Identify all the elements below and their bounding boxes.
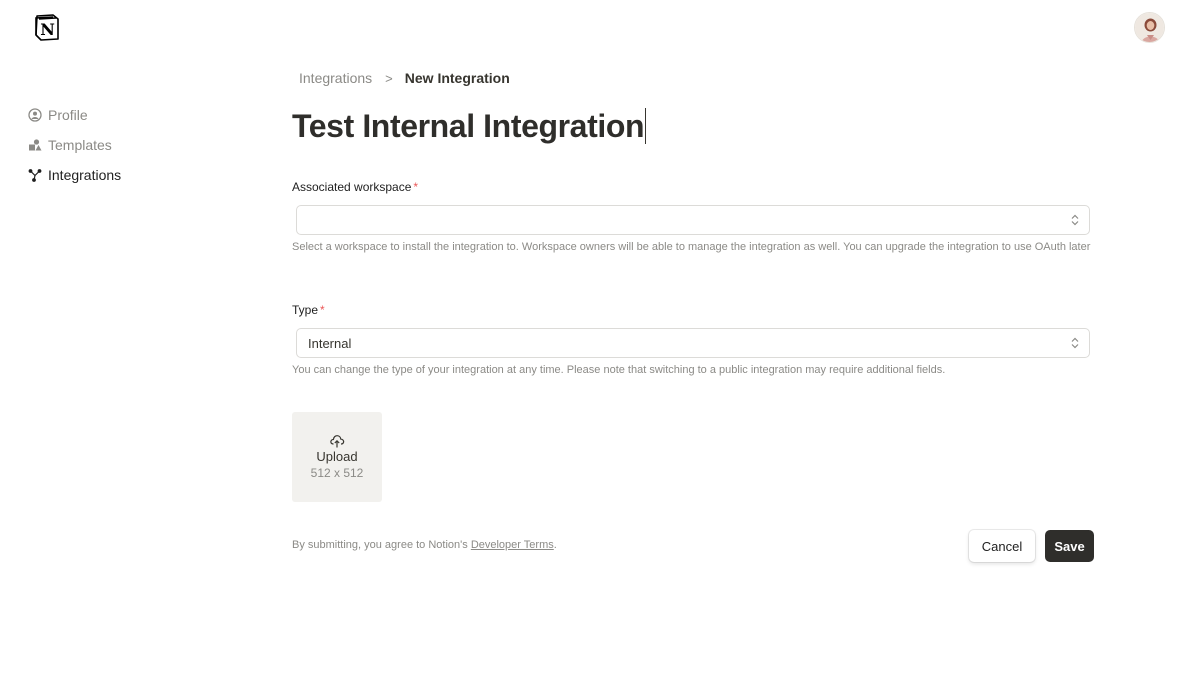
breadcrumb-separator: > [385, 70, 393, 86]
cloud-upload-icon [329, 434, 345, 448]
workspace-select[interactable] [296, 205, 1090, 235]
terms-prefix: By submitting, you agree to Notion's [292, 539, 471, 551]
sidebar-item-integrations[interactable]: Integrations [28, 160, 228, 190]
chevron-up-down-icon [1071, 337, 1079, 349]
upload-size-hint: 512 x 512 [310, 466, 364, 480]
cancel-button[interactable]: Cancel [969, 530, 1035, 562]
chevron-up-down-icon [1071, 214, 1079, 226]
sidebar-item-label: Templates [48, 137, 112, 153]
developer-terms-link[interactable]: Developer Terms [471, 539, 554, 551]
workspace-field-label: Associated workspace * [292, 180, 418, 195]
type-select-value: Internal [308, 335, 352, 351]
profile-icon [28, 108, 42, 122]
sidebar-item-profile[interactable]: Profile [28, 100, 228, 130]
type-help-text: You can change the type of your integrat… [292, 364, 946, 376]
avatar[interactable] [1134, 12, 1165, 43]
workspace-help-text: Select a workspace to install the integr… [292, 241, 1091, 253]
notion-logo[interactable]: N [34, 14, 60, 41]
required-mark: * [413, 180, 419, 194]
save-button[interactable]: Save [1045, 530, 1094, 562]
upload-label: Upload [316, 449, 358, 464]
workspace-label-text: Associated workspace [292, 180, 412, 194]
type-label-text: Type [292, 303, 319, 317]
text-caret [645, 108, 647, 144]
svg-text:N: N [40, 20, 55, 39]
templates-icon [28, 138, 42, 152]
sidebar-item-templates[interactable]: Templates [28, 130, 228, 160]
icon-upload-button[interactable]: Upload 512 x 512 [292, 412, 382, 502]
page-title: Test Internal Integration [292, 107, 645, 144]
integration-name-input[interactable]: Test Internal Integration [292, 106, 647, 146]
required-mark: * [320, 303, 325, 317]
breadcrumb-integrations-link[interactable]: Integrations [299, 70, 372, 86]
type-select[interactable]: Internal [296, 328, 1090, 358]
integrations-icon [28, 168, 42, 182]
settings-sidebar: Profile Templates Integrations [28, 100, 228, 190]
breadcrumb-current: New Integration [404, 70, 510, 86]
sidebar-item-label: Profile [48, 107, 88, 123]
terms-notice: By submitting, you agree to Notion's Dev… [292, 539, 557, 551]
type-field-label: Type * [292, 303, 325, 318]
sidebar-item-label: Integrations [48, 167, 122, 183]
terms-suffix: . [553, 539, 557, 551]
breadcrumb: Integrations > New Integration [299, 69, 510, 87]
